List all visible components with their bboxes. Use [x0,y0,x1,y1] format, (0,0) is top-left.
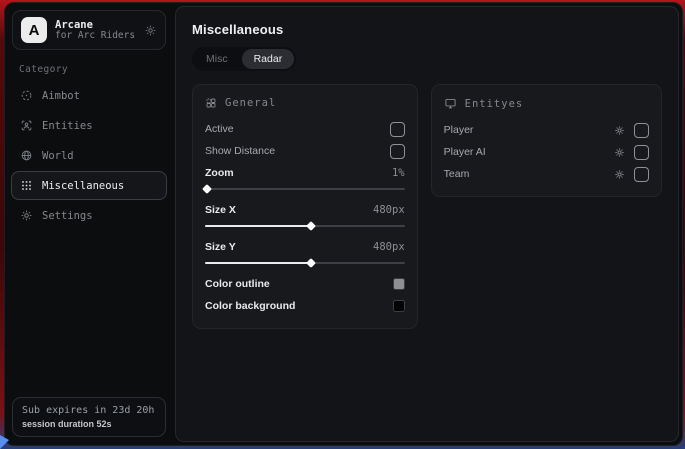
setting-label: Color background [205,300,295,312]
entity-label: Player AI [444,146,486,158]
setting-row-color-background: Color background [205,295,405,317]
team-checkbox[interactable] [634,167,649,182]
setting-row-size-y: Size Y 480px [205,236,405,258]
entity-label: Player [444,124,474,136]
slider-thumb[interactable] [202,184,212,194]
setting-row-show-distance: Show Distance [205,140,405,162]
gear-icon[interactable] [614,169,625,180]
player-ai-checkbox[interactable] [634,145,649,160]
sidebar-item-aimbot[interactable]: Aimbot [11,81,167,110]
entities-panel-title: Entityes [465,98,524,110]
subscription-card: Sub expires in 23d 20h session duration … [12,397,166,437]
entity-label: Team [444,168,470,180]
entity-row-player-ai: Player AI [444,141,649,163]
sidebar-nav: Aimbot Entities [5,81,173,230]
panels-row: General Active Show Distance Zoom 1% [176,71,678,342]
show-distance-checkbox[interactable] [390,144,405,159]
person-scan-icon [20,119,33,132]
app-header-card: A Arcane for Arc Riders [12,10,166,50]
entities-panel: Entityes Player P [431,84,662,197]
setting-row-zoom: Zoom 1% [205,162,405,184]
gear-icon [20,209,33,222]
tab-radar[interactable]: Radar [242,49,295,69]
size-y-value: 480px [373,241,405,253]
sidebar-item-settings[interactable]: Settings [11,201,167,230]
grid-icon [205,97,217,109]
setting-label: Show Distance [205,145,275,157]
sidebar-item-label: Settings [42,210,93,222]
crosshair-icon [20,89,33,102]
zoom-slider[interactable] [205,188,405,190]
setting-label: Active [205,123,234,135]
setting-row-color-outline: Color outline [205,273,405,295]
sidebar-item-label: World [42,150,74,162]
tab-bar: Misc Radar [192,47,296,71]
size-y-slider[interactable] [205,262,405,264]
app-name: Arcane [55,19,136,31]
main-content: Miscellaneous Misc Radar Gene [175,6,679,442]
setting-label: Size X [205,204,236,216]
setting-row-active: Active [205,118,405,140]
size-x-value: 480px [373,204,405,216]
size-x-slider[interactable] [205,225,405,227]
slider-thumb[interactable] [306,221,316,231]
general-panel: General Active Show Distance Zoom 1% [192,84,418,329]
slider-thumb[interactable] [306,258,316,268]
gear-icon[interactable] [614,125,625,136]
entity-row-team: Team [444,163,649,185]
tab-misc[interactable]: Misc [194,49,240,69]
app-subtitle: for Arc Riders [55,31,136,42]
page-title: Miscellaneous [176,7,678,37]
zoom-value: 1% [392,167,405,179]
gear-icon[interactable] [144,24,157,37]
mouse-cursor [0,435,9,449]
player-checkbox[interactable] [634,123,649,138]
sidebar-item-label: Entities [42,120,93,132]
sidebar-item-entities[interactable]: Entities [11,111,167,140]
globe-icon [20,149,33,162]
app-logo: A [21,17,47,43]
color-outline-swatch[interactable] [393,278,405,290]
sidebar-item-label: Miscellaneous [42,180,124,192]
grid-dots-icon [20,179,33,192]
active-checkbox[interactable] [390,122,405,137]
setting-row-size-x: Size X 480px [205,199,405,221]
sidebar-item-label: Aimbot [42,90,80,102]
general-panel-title: General [225,97,276,109]
setting-label: Size Y [205,241,236,253]
gear-icon[interactable] [614,147,625,158]
entity-row-player: Player [444,119,649,141]
app-window: A Arcane for Arc Riders Category [4,2,683,446]
sidebar: A Arcane for Arc Riders Category [5,3,173,445]
sidebar-item-world[interactable]: World [11,141,167,170]
setting-label: Color outline [205,278,270,290]
monitor-icon [444,97,457,110]
session-duration-text: session duration 52s [22,419,156,429]
sub-expiry-text: Sub expires in 23d 20h [22,405,156,416]
setting-label: Zoom [205,167,234,179]
category-label: Category [19,64,173,75]
color-background-swatch[interactable] [393,300,405,312]
sidebar-item-miscellaneous[interactable]: Miscellaneous [11,171,167,200]
